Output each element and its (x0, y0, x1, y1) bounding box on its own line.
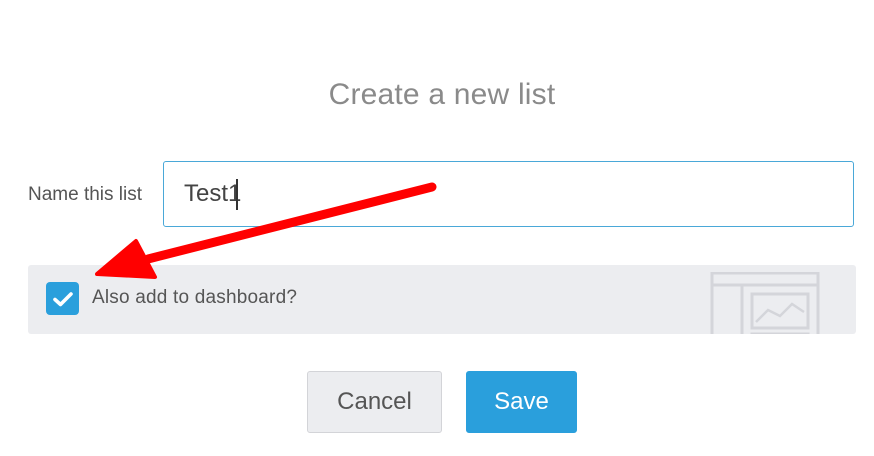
list-name-input[interactable] (163, 161, 854, 227)
save-button[interactable]: Save (466, 371, 577, 433)
add-to-dashboard-label[interactable]: Also add to dashboard? (92, 287, 297, 309)
checkmark-icon (52, 291, 73, 306)
cancel-button[interactable]: Cancel (307, 371, 442, 433)
dialog-title: Create a new list (328, 78, 556, 111)
create-list-dialog: Create a new list Name this list Also ad… (0, 0, 874, 456)
name-field-label: Name this list (28, 184, 143, 205)
add-to-dashboard-panel: Also add to dashboard? (28, 265, 856, 334)
add-to-dashboard-checkbox[interactable] (46, 282, 79, 315)
dashboard-illustration-icon (710, 272, 820, 334)
text-caret (236, 179, 238, 210)
